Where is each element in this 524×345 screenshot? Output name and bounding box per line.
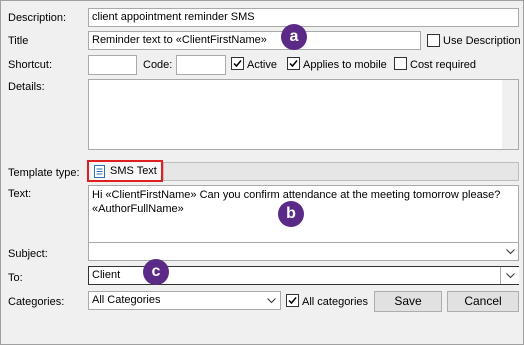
checkmark-icon: [288, 297, 297, 305]
template-type-value: SMS Text: [110, 165, 157, 177]
categories-combobox[interactable]: All Categories: [88, 291, 281, 310]
active-label: Active: [247, 59, 277, 71]
details-label: Details:: [8, 81, 45, 93]
shortcut-input[interactable]: [88, 55, 137, 75]
callout-badge-c: c: [143, 259, 169, 285]
code-label: Code:: [143, 59, 173, 71]
cost-required-checkbox[interactable]: [394, 57, 407, 70]
checkmark-icon: [289, 60, 298, 68]
subject-combobox[interactable]: [88, 242, 519, 261]
applies-to-mobile-checkbox[interactable]: [287, 57, 300, 70]
title-input[interactable]: Reminder text to «ClientFirstName»: [88, 31, 421, 50]
checkmark-icon: [233, 60, 242, 68]
categories-label: Categories:: [8, 296, 65, 308]
description-input[interactable]: client appointment reminder SMS: [88, 8, 519, 27]
text-label: Text:: [8, 188, 32, 200]
to-dropdown-button[interactable]: [500, 267, 519, 284]
chevron-down-icon: [267, 297, 276, 303]
categories-dropdown-button[interactable]: [263, 292, 280, 309]
use-description-label: Use Description: [443, 35, 521, 47]
cost-required-label: Cost required: [410, 59, 477, 71]
shortcut-label: Shortcut:: [8, 59, 53, 71]
description-label: Description:: [8, 12, 67, 24]
active-checkbox[interactable]: [231, 57, 244, 70]
callout-badge-b: b: [278, 201, 304, 227]
template-type-bar: [163, 162, 519, 181]
details-scrollbar[interactable]: [502, 80, 518, 149]
to-label: To:: [8, 272, 23, 284]
template-dialog: Description: client appointment reminder…: [0, 0, 524, 345]
title-label: Title: [8, 35, 29, 47]
sms-text-line-1: Hi «ClientFirstName» Can you confirm att…: [92, 189, 501, 201]
use-description-checkbox[interactable]: [427, 34, 440, 47]
subject-label: Subject:: [8, 248, 48, 260]
template-type-selector[interactable]: SMS Text: [87, 160, 163, 182]
cancel-button[interactable]: Cancel: [447, 291, 519, 312]
document-icon: [94, 165, 105, 178]
code-input[interactable]: [176, 55, 226, 75]
subject-dropdown-button[interactable]: [502, 243, 518, 260]
save-button[interactable]: Save: [374, 291, 442, 312]
details-textarea[interactable]: [88, 79, 519, 150]
template-type-label: Template type:: [8, 167, 80, 179]
applies-to-mobile-label: Applies to mobile: [303, 59, 387, 71]
chevron-down-icon: [505, 248, 515, 254]
chevron-down-icon: [505, 272, 515, 278]
callout-badge-a: a: [281, 24, 307, 50]
all-categories-checkbox[interactable]: [286, 294, 299, 307]
all-categories-label: All categories: [302, 296, 369, 308]
